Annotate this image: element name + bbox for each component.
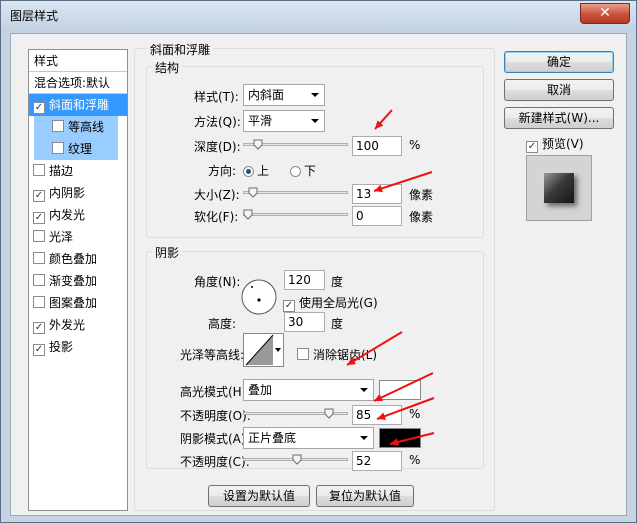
annotation-arrow-icon [373, 171, 433, 193]
annotation-arrow-icon [376, 397, 435, 420]
close-icon: ✕ [599, 5, 611, 21]
annotation-arrow-icon [346, 331, 403, 366]
window-title: 图层样式 [10, 9, 59, 23]
annotation-arrow-icon [389, 432, 435, 446]
annotation-arrow-icon [374, 109, 393, 130]
annotation-overlay [346, 109, 435, 446]
dialog-body: 样式 混合选项:默认 ✓ 斜面和浮雕 等高线 纹理 描边 ✓ 内阴影 ✓ 内发光 光泽 颜色叠加 渐变… [10, 33, 627, 516]
title-bar[interactable]: 图层样式 ✕ [1, 1, 636, 31]
annotation-arrow-icon [373, 372, 434, 402]
layer-style-dialog: 图层样式 ✕ 样式 混合选项:默认 ✓ 斜面和浮雕 等高线 纹理 描边 ✓ 内阴影 ✓ 内发光光… [0, 0, 637, 523]
close-button[interactable]: ✕ [580, 3, 630, 24]
